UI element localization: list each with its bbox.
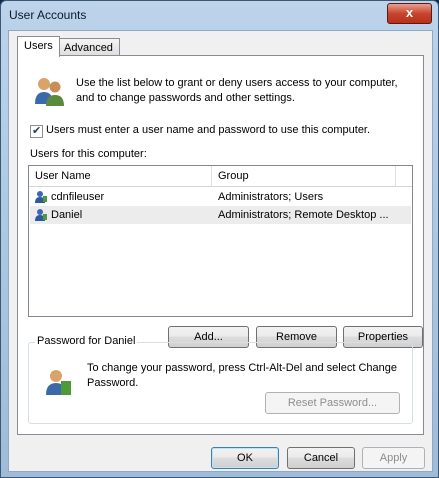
password-group-title: Password for Daniel xyxy=(35,335,138,347)
cancel-button[interactable]: Cancel xyxy=(287,447,355,469)
intro-text: Use the list below to grant or deny user… xyxy=(76,77,398,104)
user-name-cell: Daniel xyxy=(34,206,82,224)
user-name-cell: cdnfileuser xyxy=(34,188,104,206)
column-header-user-name[interactable]: User Name xyxy=(29,166,212,186)
user-password-icon xyxy=(46,370,71,395)
dialog-client-area: Users Advanced Use the list below to gra… xyxy=(8,30,433,472)
listview-header: User Name Group xyxy=(29,166,412,187)
user-group-cell: Administrators; Remote Desktop ... xyxy=(218,209,389,221)
user-row-cdnfileuser[interactable]: cdnfileuser Administrators; Users xyxy=(30,188,411,206)
users-listview[interactable]: User Name Group cdnfileuser Administrato… xyxy=(28,165,413,317)
window-title: User Accounts xyxy=(9,8,87,22)
users-tab-panel: Use the list below to grant or deny user… xyxy=(17,55,424,435)
close-icon: x xyxy=(405,5,414,20)
require-login-checkbox[interactable]: ✔ xyxy=(30,125,43,138)
close-button[interactable]: x xyxy=(387,3,432,24)
title-bar[interactable]: User Accounts x xyxy=(1,1,438,29)
user-name-text: Daniel xyxy=(51,209,83,221)
reset-password-button[interactable]: Reset Password... xyxy=(265,392,400,414)
checkmark-icon: ✔ xyxy=(32,125,42,137)
user-name-text: cdnfileuser xyxy=(51,191,105,203)
user-icon xyxy=(35,209,47,222)
tab-advanced-label: Advanced xyxy=(64,42,113,54)
require-login-label[interactable]: Users must enter a user name and passwor… xyxy=(46,124,370,136)
user-accounts-window: User Accounts x Users Advanced Use the l… xyxy=(0,0,439,478)
tab-users[interactable]: Users xyxy=(17,36,60,57)
user-row-daniel[interactable]: Daniel Administrators; Remote Desktop ..… xyxy=(30,206,411,224)
tab-users-label: Users xyxy=(24,40,53,52)
apply-button[interactable]: Apply xyxy=(362,447,425,469)
users-list-label: Users for this computer: xyxy=(30,148,147,160)
ok-button[interactable]: OK xyxy=(211,447,279,469)
column-header-group[interactable]: Group xyxy=(212,166,396,186)
user-group-cell: Administrators; Users xyxy=(218,191,324,203)
user-icon xyxy=(35,191,47,204)
password-instructions: To change your password, press Ctrl-Alt-… xyxy=(87,362,397,389)
users-icon xyxy=(35,78,64,106)
password-groupbox: Password for Daniel To change your passw… xyxy=(28,335,413,424)
